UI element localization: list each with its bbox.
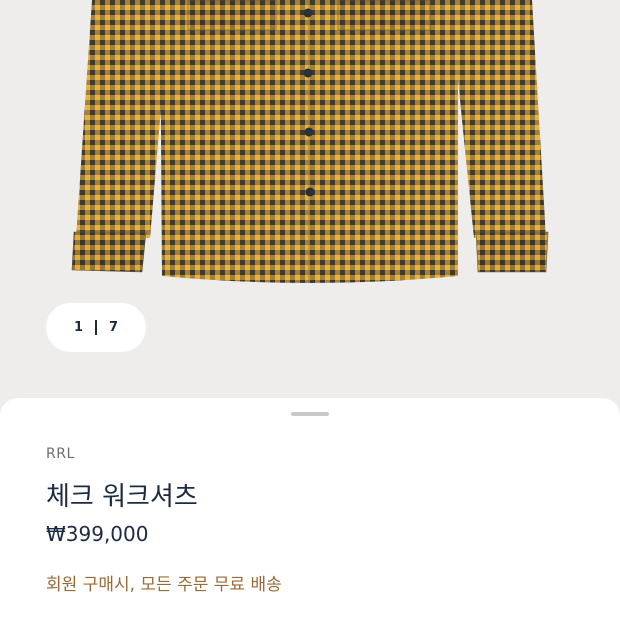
pager-total: 7 — [109, 320, 119, 335]
shirt-button — [304, 127, 314, 137]
pager-current: 1 — [73, 320, 83, 335]
product-image-carousel[interactable]: 1 7 — [0, 0, 620, 420]
shirt-button — [303, 68, 313, 78]
product-brand[interactable]: RRL — [46, 446, 75, 462]
shirt-button — [305, 187, 315, 197]
pager-separator — [95, 320, 97, 335]
shirt-button — [303, 8, 313, 18]
sheet-drag-handle[interactable] — [291, 412, 329, 416]
product-detail-page: 1 7 RRL 체크 워크셔츠 ₩399,000 회원 구매시, 모든 주문 무… — [0, 0, 620, 620]
product-price: ₩399,000 — [46, 522, 149, 546]
product-title: 체크 워크셔츠 — [46, 482, 198, 512]
shipping-promo: 회원 구매시, 모든 주문 무료 배송 — [46, 575, 282, 595]
product-info-sheet[interactable]: RRL 체크 워크셔츠 ₩399,000 회원 구매시, 모든 주문 무료 배송 — [0, 398, 620, 620]
image-pager: 1 7 — [46, 303, 146, 352]
plaid-shirt-image — [71, 0, 549, 283]
